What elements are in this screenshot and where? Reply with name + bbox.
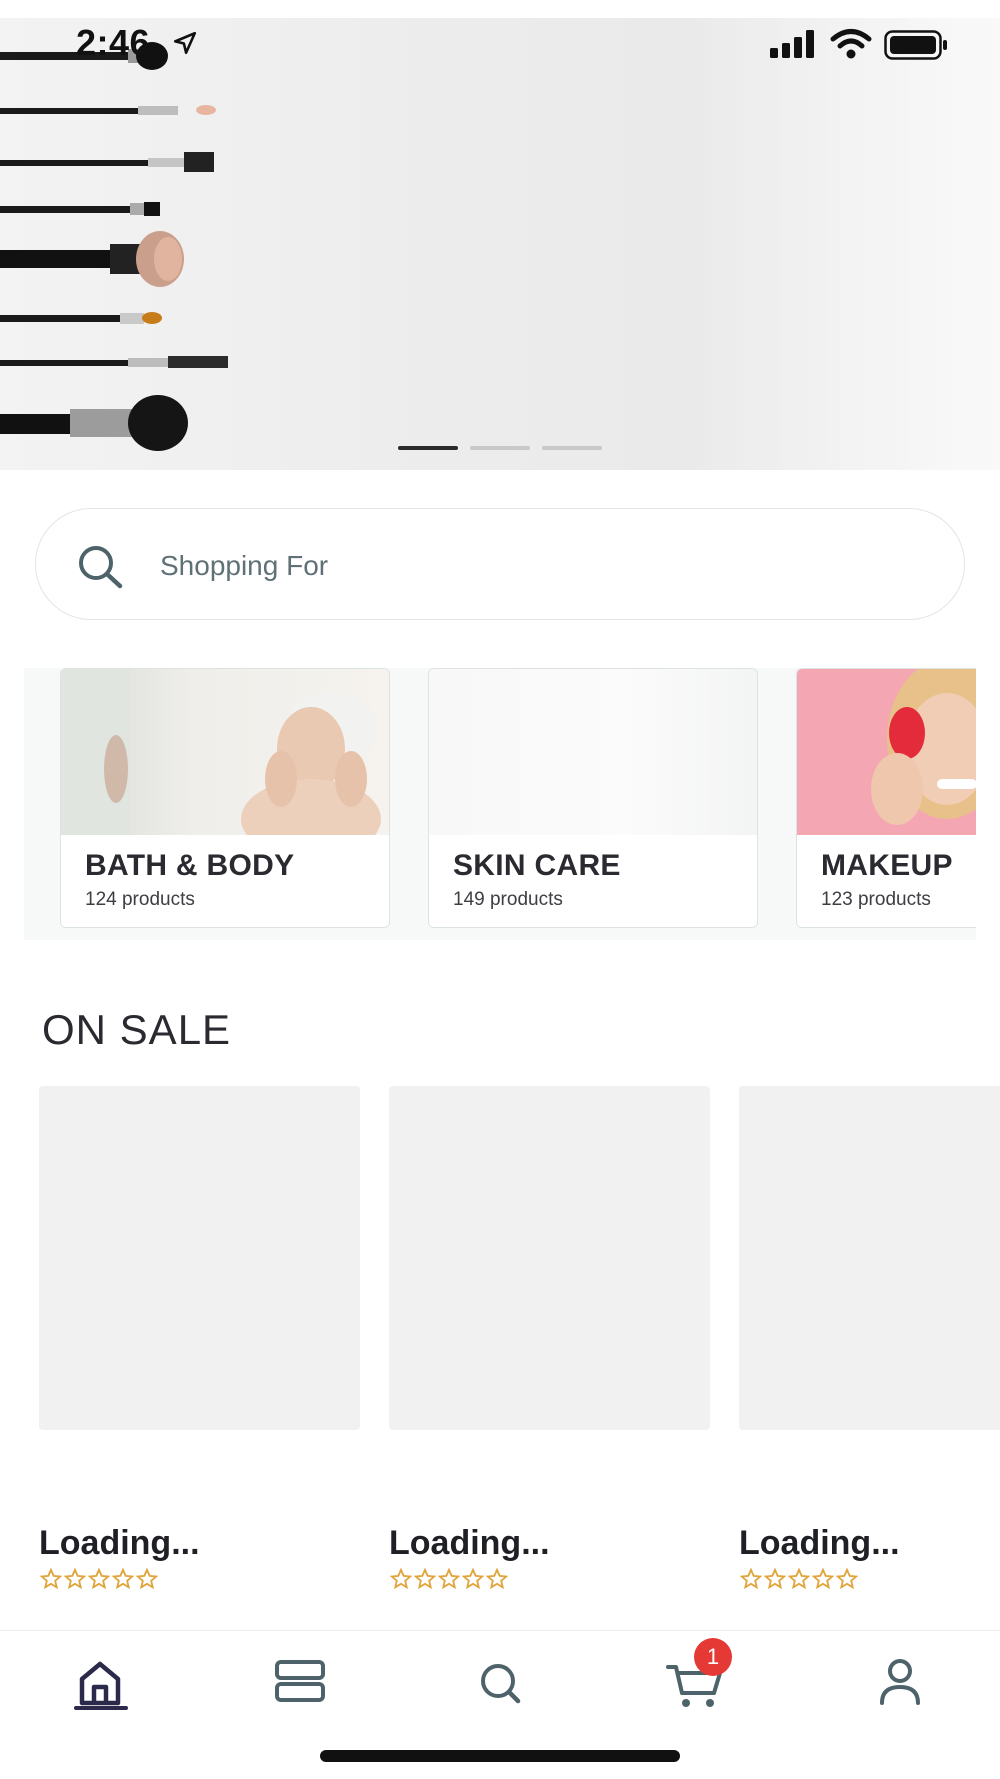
category-card-bath-body[interactable]: BATH & BODY 124 products (60, 668, 390, 928)
categories-icon (275, 1660, 325, 1702)
category-title: MAKEUP (821, 849, 953, 882)
category-count: 124 products (85, 889, 195, 910)
profile-icon (880, 1659, 920, 1705)
search-bar[interactable] (35, 508, 965, 620)
star-icon (740, 1568, 762, 1590)
star-icon (390, 1568, 412, 1590)
search-input[interactable] (158, 537, 862, 595)
category-card-skin-care[interactable]: SKIN CARE 149 products (428, 668, 758, 928)
category-image-bath-body (61, 669, 389, 835)
category-card-makeup[interactable]: MAKEUP 123 products (796, 668, 976, 928)
cart-badge: 1 (694, 1638, 732, 1676)
tab-search[interactable] (460, 1649, 540, 1719)
product-name[interactable]: Loading... (389, 1524, 550, 1563)
battery-icon (884, 30, 947, 60)
category-image-skin-care (429, 669, 757, 835)
status-time: 2:46 (76, 22, 151, 63)
product-image-placeholder[interactable] (739, 1086, 1000, 1430)
category-carousel[interactable]: BATH & BODY 124 products SKIN CARE 149 p… (24, 668, 976, 940)
product-image-placeholder[interactable] (39, 1086, 360, 1430)
woman-sponge-image (871, 669, 976, 825)
star-icon (136, 1568, 158, 1590)
category-image-makeup (797, 669, 976, 835)
star-icon (40, 1568, 62, 1590)
carousel-dot-1[interactable] (398, 446, 458, 450)
wifi-icon (830, 29, 872, 59)
star-icon (414, 1568, 436, 1590)
carousel-dot-3[interactable] (542, 446, 602, 450)
star-icon (836, 1568, 858, 1590)
star-icon (64, 1568, 86, 1590)
rating-stars (40, 1568, 160, 1590)
search-icon[interactable] (76, 543, 124, 589)
category-title: BATH & BODY (85, 849, 295, 882)
carousel-dot-2[interactable] (470, 446, 530, 450)
tab-categories[interactable] (260, 1649, 340, 1719)
product-name[interactable]: Loading... (739, 1524, 900, 1563)
star-icon (764, 1568, 786, 1590)
star-icon (438, 1568, 460, 1590)
star-icon (462, 1568, 484, 1590)
star-icon (112, 1568, 134, 1590)
product-image-placeholder[interactable] (389, 1086, 710, 1430)
star-icon (88, 1568, 110, 1590)
active-tab-indicator (74, 1706, 128, 1710)
category-count: 123 products (821, 889, 931, 910)
star-icon (812, 1568, 834, 1590)
search-icon (481, 1664, 521, 1704)
product-name[interactable]: Loading... (39, 1524, 200, 1563)
rating-stars (740, 1568, 860, 1590)
category-count: 149 products (453, 889, 563, 910)
woman-towel-image (61, 669, 381, 835)
star-icon (788, 1568, 810, 1590)
status-bar: 2:46 (0, 0, 1000, 96)
location-arrow-icon (173, 31, 197, 55)
section-title-on-sale: ON SALE (42, 1006, 232, 1053)
cellular-signal-icon (770, 30, 814, 58)
tab-profile[interactable] (860, 1649, 940, 1719)
home-indicator[interactable] (320, 1750, 680, 1762)
rating-stars (390, 1568, 510, 1590)
category-title: SKIN CARE (453, 849, 621, 882)
star-icon (486, 1568, 508, 1590)
